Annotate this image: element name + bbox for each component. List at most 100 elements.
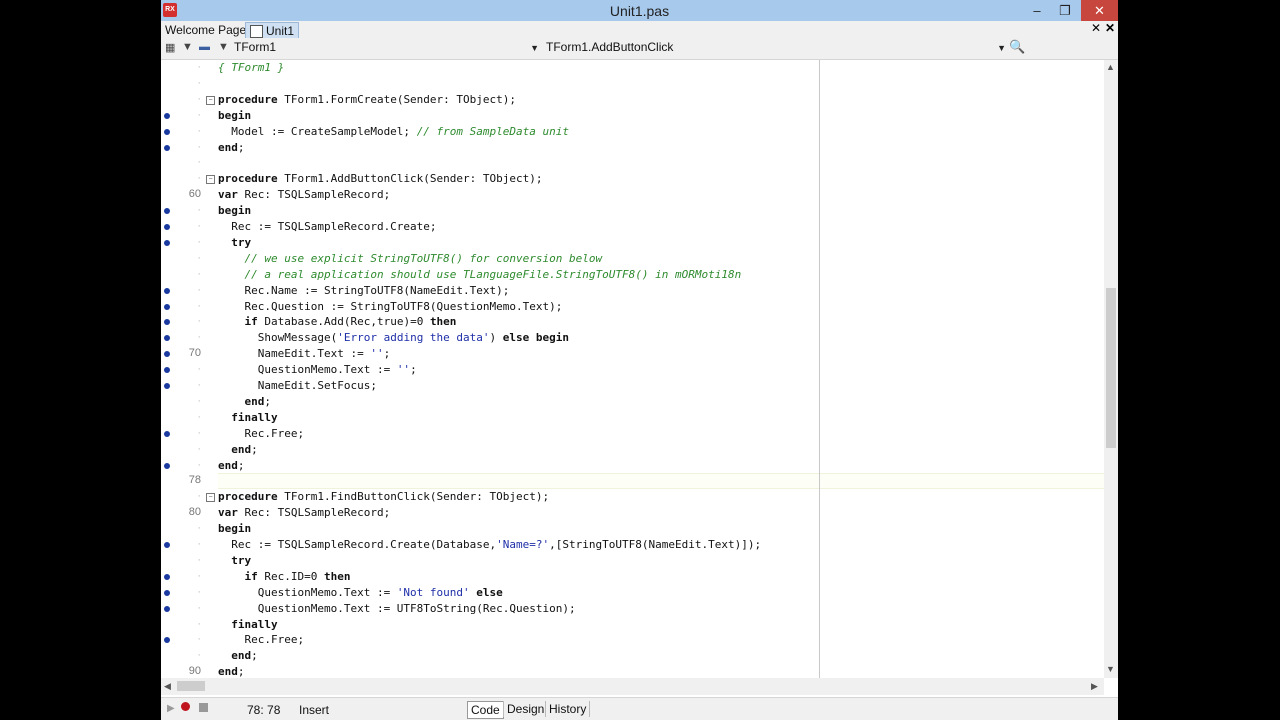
breakpoint-marker-icon[interactable] bbox=[164, 239, 170, 246]
breakpoint-marker-icon[interactable] bbox=[164, 589, 170, 596]
code-line[interactable]: begin bbox=[218, 203, 251, 219]
code-line[interactable]: var Rec: TSQLSampleRecord; bbox=[218, 505, 390, 521]
search-icon[interactable]: 🔍 bbox=[1009, 39, 1025, 55]
class-combobox[interactable]: TForm1 ▼ bbox=[234, 39, 539, 56]
ide-window: RX Unit1.pas – ❐ ✕ Welcome Page Unit1 ✕ … bbox=[161, 0, 1118, 720]
code-line[interactable]: end; bbox=[218, 442, 258, 458]
record-macro-icon[interactable] bbox=[181, 702, 190, 711]
code-line[interactable]: end; bbox=[218, 648, 258, 664]
breakpoint-marker-icon[interactable] bbox=[164, 637, 170, 644]
breakpoint-marker-icon[interactable] bbox=[164, 303, 170, 310]
code-line[interactable]: end; bbox=[218, 140, 245, 156]
line-number: · bbox=[197, 299, 201, 312]
chevron-down-icon[interactable]: ▼ bbox=[530, 39, 539, 58]
code-line[interactable]: // we use explicit StringToUTF8() for co… bbox=[218, 251, 603, 267]
code-line[interactable]: Rec.Name := StringToUTF8(NameEdit.Text); bbox=[218, 283, 509, 299]
chevron-down-icon[interactable]: ▼ bbox=[182, 41, 193, 53]
code-line[interactable]: end; bbox=[218, 458, 245, 474]
scroll-down-icon[interactable]: ▼ bbox=[1106, 664, 1115, 674]
breakpoint-gutter[interactable] bbox=[161, 60, 175, 678]
code-line[interactable]: finally bbox=[218, 617, 277, 633]
tab-history[interactable]: History bbox=[545, 701, 591, 717]
code-line[interactable]: { TForm1 } bbox=[218, 60, 284, 76]
code-line[interactable]: if Database.Add(Rec,true)=0 then bbox=[218, 314, 457, 330]
code-editor[interactable]: · · · · · · · · 60 · · · · · · · · · 70 · · · · · · · 78 · 80 · · · · · · ·… bbox=[161, 60, 1104, 678]
horizontal-scrollbar[interactable]: ◀ ▶ bbox=[161, 678, 1104, 695]
vertical-scroll-thumb[interactable] bbox=[1106, 288, 1116, 448]
code-line[interactable]: NameEdit.SetFocus; bbox=[218, 378, 377, 394]
minimize-button[interactable]: – bbox=[1023, 0, 1051, 21]
breakpoint-marker-icon[interactable] bbox=[164, 224, 170, 230]
breakpoint-marker-icon[interactable] bbox=[164, 462, 170, 469]
chevron-down-icon[interactable]: ▼ bbox=[997, 39, 1006, 58]
unit-file-icon bbox=[250, 25, 263, 38]
method-combobox[interactable]: TForm1.AddButtonClick ▼ bbox=[546, 39, 1006, 56]
code-line[interactable]: if Rec.ID=0 then bbox=[218, 569, 351, 585]
code-line[interactable]: QuestionMemo.Text := ''; bbox=[218, 362, 417, 378]
breakpoint-marker-icon[interactable] bbox=[164, 319, 170, 326]
close-all-icon[interactable]: ✕ bbox=[1091, 21, 1101, 35]
code-line[interactable]: ShowMessage('Error adding the data') els… bbox=[218, 330, 569, 346]
tab-unit1[interactable]: Unit1 bbox=[245, 22, 300, 39]
code-line[interactable]: NameEdit.Text := ''; bbox=[218, 346, 390, 362]
code-line[interactable]: finally bbox=[218, 410, 277, 426]
run-icon[interactable]: ▶ bbox=[167, 703, 175, 714]
horizontal-scroll-thumb[interactable] bbox=[177, 681, 205, 691]
code-line[interactable]: QuestionMemo.Text := 'Not found' else bbox=[218, 585, 503, 601]
breakpoint-marker-icon[interactable] bbox=[164, 605, 170, 612]
code-line[interactable]: // a real application should use TLangua… bbox=[218, 267, 742, 283]
code-line[interactable]: try bbox=[218, 553, 251, 569]
code-line[interactable]: procedure TForm1.FindButtonClick(Sender:… bbox=[218, 489, 549, 505]
breakpoint-marker-icon[interactable] bbox=[164, 383, 170, 389]
code-area[interactable]: { TForm1 } procedure TForm1.FormCreate(Se… bbox=[218, 60, 1104, 678]
breakpoint-marker-icon[interactable] bbox=[164, 208, 170, 215]
right-margin-line bbox=[819, 60, 820, 678]
code-line[interactable]: procedure TForm1.FormCreate(Sender: TObj… bbox=[218, 92, 516, 108]
chevron-down-icon[interactable]: ▼ bbox=[218, 41, 229, 53]
breakpoint-marker-icon[interactable] bbox=[164, 573, 170, 580]
code-line[interactable]: Rec := TSQLSampleRecord.Create; bbox=[218, 219, 436, 235]
line-number: · bbox=[197, 617, 201, 630]
editor-tabs: Welcome Page Unit1 ✕ ✕ bbox=[161, 21, 1118, 39]
code-line[interactable]: end; bbox=[218, 394, 272, 410]
stop-macro-icon[interactable] bbox=[199, 703, 208, 712]
tab-code[interactable]: Code bbox=[467, 701, 504, 719]
line-number: · bbox=[197, 442, 201, 455]
breakpoint-marker-icon[interactable] bbox=[164, 542, 170, 548]
collapse-icon[interactable]: − bbox=[206, 493, 215, 503]
collapse-icon[interactable]: − bbox=[206, 175, 215, 185]
breakpoint-marker-icon[interactable] bbox=[164, 335, 170, 342]
tab-welcome-page[interactable]: Welcome Page bbox=[161, 22, 250, 38]
code-line[interactable]: Rec := TSQLSampleRecord.Create(Database,… bbox=[218, 537, 761, 553]
code-line[interactable]: QuestionMemo.Text := UTF8ToString(Rec.Qu… bbox=[218, 601, 576, 617]
close-tab-icon[interactable]: ✕ bbox=[1105, 21, 1115, 35]
code-line[interactable]: end; bbox=[218, 664, 245, 678]
tab-design[interactable]: Design bbox=[503, 701, 547, 717]
breakpoint-marker-icon[interactable] bbox=[164, 430, 170, 437]
code-line[interactable]: Model := CreateSampleModel; // from Samp… bbox=[218, 124, 569, 140]
code-line[interactable]: procedure TForm1.AddButtonClick(Sender: … bbox=[218, 171, 543, 187]
components-icon[interactable]: ▦ bbox=[165, 41, 175, 54]
code-line[interactable]: var Rec: TSQLSampleRecord; bbox=[218, 187, 390, 203]
maximize-button[interactable]: ❐ bbox=[1051, 0, 1079, 21]
breakpoint-marker-icon[interactable] bbox=[164, 128, 170, 135]
scroll-right-icon[interactable]: ▶ bbox=[1091, 681, 1098, 692]
scroll-up-icon[interactable]: ▲ bbox=[1106, 62, 1115, 72]
code-line[interactable]: Rec.Question := StringToUTF8(QuestionMem… bbox=[218, 299, 562, 315]
code-line[interactable]: Rec.Free; bbox=[218, 426, 304, 442]
print-icon[interactable]: ▬ bbox=[199, 41, 210, 53]
breakpoint-marker-icon[interactable] bbox=[164, 287, 170, 294]
code-line[interactable]: begin bbox=[218, 108, 251, 124]
code-line[interactable]: Rec.Free; bbox=[218, 632, 304, 648]
code-line[interactable]: begin bbox=[218, 521, 251, 537]
collapse-icon[interactable]: − bbox=[206, 95, 215, 105]
scroll-left-icon[interactable]: ◀ bbox=[164, 681, 171, 692]
vertical-scrollbar[interactable]: ▲ ▼ bbox=[1104, 60, 1118, 678]
breakpoint-marker-icon[interactable] bbox=[164, 112, 170, 119]
code-line[interactable]: try bbox=[218, 235, 251, 251]
close-button[interactable]: ✕ bbox=[1081, 0, 1118, 21]
breakpoint-marker-icon[interactable] bbox=[164, 351, 170, 358]
breakpoint-marker-icon[interactable] bbox=[164, 367, 170, 374]
fold-gutter[interactable]: − − − bbox=[205, 60, 217, 678]
breakpoint-marker-icon[interactable] bbox=[164, 144, 170, 151]
